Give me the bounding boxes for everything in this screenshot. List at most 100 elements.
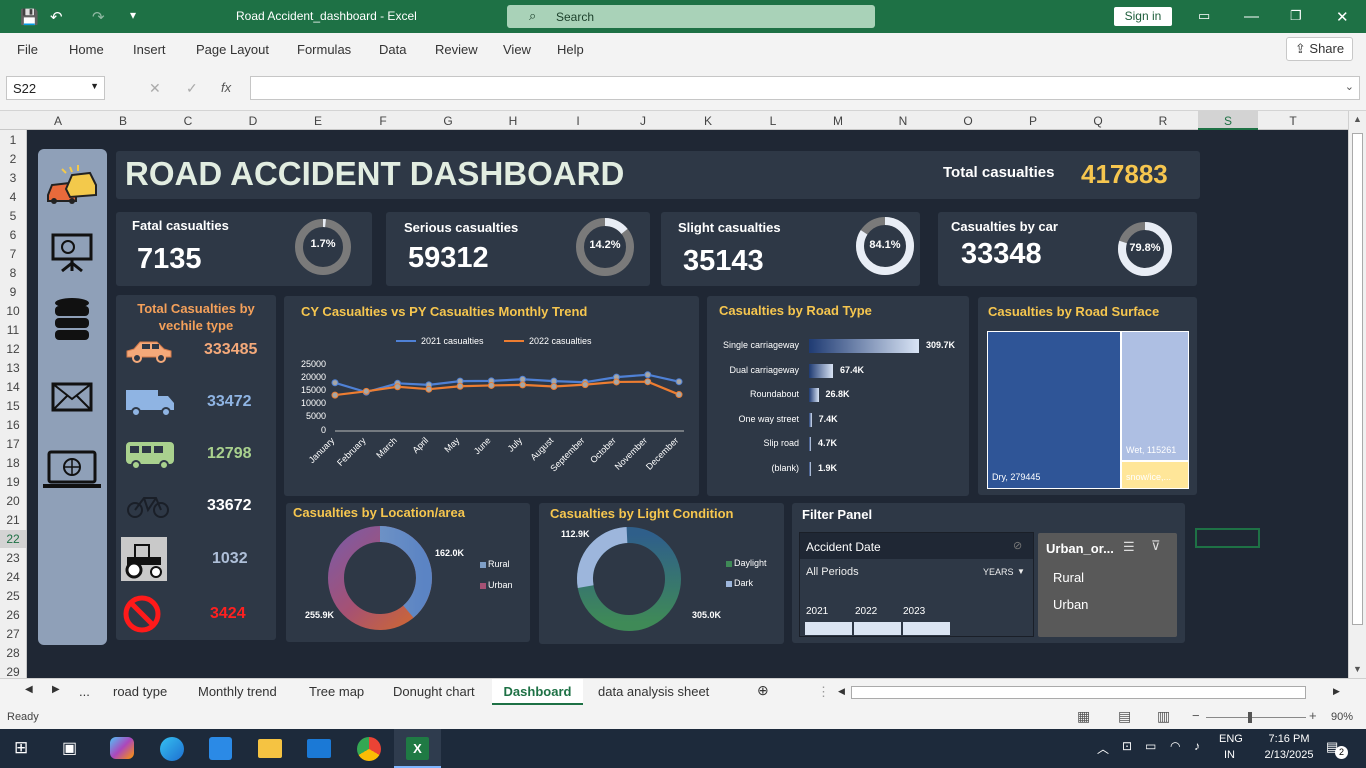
column-header[interactable]: N [873, 114, 933, 128]
zoom-slider[interactable] [1206, 717, 1306, 718]
column-header[interactable]: P [1003, 114, 1063, 128]
row-header[interactable]: 24 [0, 570, 26, 584]
column-header[interactable]: E [288, 114, 348, 128]
hscroll-right-icon[interactable]: ▶ [1333, 686, 1340, 697]
clock-date[interactable]: 2/13/2025 [1256, 749, 1322, 761]
zoom-out-icon[interactable]: − [1192, 708, 1200, 723]
scroll-down-icon[interactable]: ▼ [1353, 664, 1362, 674]
menu-help[interactable]: Help [557, 42, 584, 57]
tray-device-icon[interactable]: ⊡ [1122, 739, 1132, 753]
page-layout-icon[interactable]: ▤ [1118, 708, 1131, 725]
tab-scroll-right-icon[interactable]: ▶ [52, 684, 60, 695]
multi-select-icon[interactable]: ☰ [1123, 539, 1135, 555]
save-icon[interactable]: 💾 [20, 8, 39, 26]
column-header[interactable]: C [158, 114, 218, 128]
scroll-up-icon[interactable]: ▲ [1353, 114, 1362, 124]
chevron-down-icon[interactable]: ▼ [90, 81, 99, 91]
row-header[interactable]: 12 [0, 342, 26, 356]
ribbon-display-icon[interactable]: ▭ [1198, 8, 1210, 24]
row-header[interactable]: 10 [0, 304, 26, 318]
column-header-selected[interactable]: S [1198, 111, 1258, 130]
restore-icon[interactable]: ❐ [1290, 8, 1302, 24]
row-header[interactable]: 28 [0, 646, 26, 660]
customize-toolbar-icon[interactable]: ▾ [130, 8, 136, 22]
column-header[interactable]: O [938, 114, 998, 128]
tab-monthly-trend[interactable]: Monthly trend [198, 684, 277, 699]
column-header[interactable]: Q [1068, 114, 1128, 128]
mail-app-icon[interactable] [307, 739, 331, 758]
menu-formulas[interactable]: Formulas [297, 42, 351, 57]
row-header-selected[interactable]: 22 [0, 530, 26, 548]
redo-icon[interactable]: ↷ [92, 8, 105, 26]
scroll-thumb[interactable] [1352, 133, 1363, 625]
battery-icon[interactable]: ▭ [1145, 739, 1156, 753]
menu-data[interactable]: Data [379, 42, 406, 57]
enter-icon[interactable]: ✓ [186, 80, 198, 97]
tab-splitter-icon[interactable]: ⋮ [817, 684, 830, 700]
row-header[interactable]: 5 [0, 209, 26, 223]
tab-scroll-left-icon[interactable]: ◀ [25, 684, 33, 695]
share-button[interactable]: ⇪ Share [1286, 37, 1353, 61]
row-header[interactable]: 25 [0, 589, 26, 603]
horizontal-scroll-thumb[interactable] [851, 686, 1306, 699]
volume-icon[interactable]: ♪ [1194, 739, 1200, 753]
tab-tree-map[interactable]: Tree map [309, 684, 364, 699]
close-icon[interactable]: ✕ [1336, 8, 1349, 26]
row-header[interactable]: 29 [0, 665, 26, 679]
timeline-year[interactable]: 2021 [806, 606, 828, 617]
zoom-level[interactable]: 90% [1331, 711, 1353, 723]
menu-file[interactable]: File [17, 42, 38, 57]
selected-cell[interactable] [1195, 528, 1260, 548]
formula-input[interactable]: ⌄ [250, 76, 1360, 100]
column-header[interactable]: M [808, 114, 868, 128]
row-header[interactable]: 14 [0, 380, 26, 394]
chrome-icon[interactable] [357, 737, 381, 761]
row-header[interactable]: 18 [0, 456, 26, 470]
row-header[interactable]: 4 [0, 190, 26, 204]
column-header[interactable]: D [223, 114, 283, 128]
undo-icon[interactable]: ↶ [50, 8, 63, 26]
column-header[interactable]: G [418, 114, 478, 128]
tab-more[interactable]: ... [79, 684, 90, 699]
column-header[interactable]: J [613, 114, 673, 128]
row-header[interactable]: 26 [0, 608, 26, 622]
worksheet[interactable]: ROAD ACCIDENT DASHBOARD Total casualties… [27, 130, 1348, 678]
row-header[interactable]: 7 [0, 247, 26, 261]
chevron-down-icon[interactable]: ▼ [1017, 567, 1025, 576]
normal-view-icon[interactable]: ▦ [1077, 708, 1090, 725]
column-header[interactable]: R [1133, 114, 1193, 128]
timeline-bar[interactable] [805, 622, 852, 635]
clear-filter-icon[interactable]: ⊘ [1013, 539, 1022, 552]
row-header[interactable]: 15 [0, 399, 26, 413]
menu-page-layout[interactable]: Page Layout [196, 42, 269, 57]
minimize-icon[interactable]: — [1244, 8, 1259, 25]
column-header[interactable]: L [743, 114, 803, 128]
slicer-item[interactable]: Rural [1053, 570, 1084, 585]
tab-data-analysis[interactable]: data analysis sheet [598, 684, 709, 699]
row-header[interactable]: 1 [0, 133, 26, 147]
timeline-bar[interactable] [903, 622, 950, 635]
row-header[interactable]: 2 [0, 152, 26, 166]
timeline-unit-select[interactable]: YEARS [983, 567, 1014, 577]
column-header[interactable]: H [483, 114, 543, 128]
tab-road-type[interactable]: road type [113, 684, 167, 699]
row-header[interactable]: 17 [0, 437, 26, 451]
menu-insert[interactable]: Insert [133, 42, 166, 57]
column-header[interactable]: T [1263, 114, 1323, 128]
column-header[interactable]: K [678, 114, 738, 128]
copilot-icon[interactable] [110, 737, 134, 759]
expand-formula-icon[interactable]: ⌄ [1345, 80, 1354, 93]
task-view-icon[interactable]: ▣ [62, 738, 77, 758]
excel-icon[interactable]: X [406, 737, 429, 760]
row-header[interactable]: 16 [0, 418, 26, 432]
menu-review[interactable]: Review [435, 42, 478, 57]
row-header[interactable]: 20 [0, 494, 26, 508]
vertical-scrollbar[interactable]: ▲ ▼ [1348, 111, 1366, 678]
row-header[interactable]: 19 [0, 475, 26, 489]
add-sheet-icon[interactable]: ⊕ [757, 682, 769, 699]
timeline-year[interactable]: 2022 [855, 606, 877, 617]
column-header[interactable]: B [93, 114, 153, 128]
row-header[interactable]: 27 [0, 627, 26, 641]
zoom-slider-handle[interactable] [1248, 712, 1252, 723]
page-break-icon[interactable]: ▥ [1157, 708, 1170, 725]
